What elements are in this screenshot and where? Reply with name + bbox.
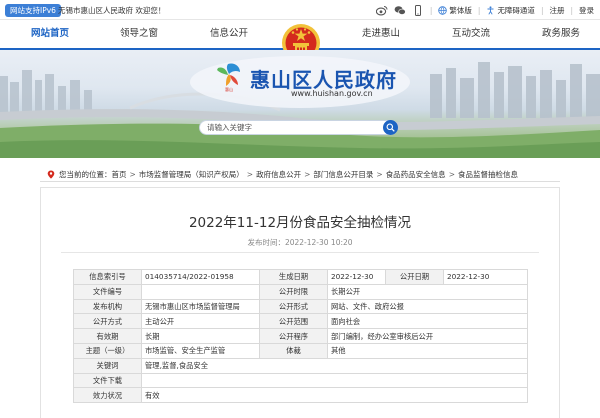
- table-row: 主题（一级） 市场监管、安全生产监管 体裁 其他: [73, 342, 528, 359]
- breadcrumb-item-food-inspection[interactable]: 食品监督抽检信息: [458, 169, 518, 180]
- accessibility-link[interactable]: 无障碍通道: [486, 4, 535, 17]
- table-key: 主题（一级）: [73, 342, 142, 359]
- nav-item-info-disclosure[interactable]: 信息公开: [204, 20, 254, 48]
- table-value: 有效: [141, 387, 528, 404]
- table-key: 公开日期: [385, 269, 444, 285]
- breadcrumb-separator: >: [448, 169, 455, 179]
- breadcrumb-separator: >: [129, 169, 136, 179]
- breadcrumb-item-gov-info[interactable]: 政府信息公开: [256, 169, 301, 180]
- table-value: 2022-12-30: [443, 269, 528, 285]
- search-input[interactable]: [207, 121, 377, 134]
- divider: |: [477, 6, 481, 15]
- divider: |: [429, 6, 433, 15]
- table-value: 长期公开: [327, 283, 528, 300]
- location-pin-icon: [47, 170, 55, 179]
- table-key: 有效期: [73, 328, 142, 344]
- nav-item-home[interactable]: 网站首页: [25, 20, 75, 48]
- login-link[interactable]: 登录: [579, 4, 594, 17]
- table-value: 014035714/2022-01958: [141, 269, 260, 285]
- table-key: 信息索引号: [73, 269, 142, 285]
- table-key: 公开形式: [259, 298, 328, 315]
- table-value: [141, 283, 260, 300]
- table-row: 有效期 长期 公开程序 部门编制，经办公室审核后公开: [73, 328, 528, 344]
- breadcrumb-item-dept-catalog[interactable]: 部门信息公开目录: [313, 169, 373, 180]
- breadcrumb-item-market-regulation[interactable]: 市场监督管理局（知识产权局）: [139, 169, 244, 180]
- welcome-text: 无锡市惠山区人民政府 欢迎您！: [58, 6, 166, 15]
- table-key: 公开时限: [259, 283, 328, 300]
- table-key: 效力状况: [73, 387, 142, 404]
- nav-item-interaction[interactable]: 互动交流: [446, 20, 496, 48]
- article-title: 2022年11-12月份食品安全抽检情况: [188, 215, 412, 231]
- globe-icon: [438, 6, 448, 15]
- main-nav: 网站首页 领导之窗 信息公开 走进惠山 互动交流 政务服务: [0, 20, 600, 68]
- accessibility-icon: [487, 6, 494, 15]
- divider: |: [570, 6, 573, 15]
- breadcrumb-separator: >: [376, 169, 383, 179]
- table-value: 网站、文件、政府公报: [327, 298, 528, 315]
- table-row: 文件编号 公开时限 长期公开: [73, 283, 528, 300]
- table-value: 管理,监督,食品安全: [141, 357, 528, 374]
- info-table: 信息索引号 014035714/2022-01958 生成日期 2022-12-…: [73, 269, 528, 404]
- search-box: [199, 120, 398, 135]
- table-key: 体裁: [259, 342, 328, 359]
- table-value: 2022-12-30: [327, 269, 386, 285]
- breadcrumb-separator: >: [246, 169, 254, 179]
- breadcrumb: 您当前的位置： 首页 > 市场监督管理局（知识产权局） > 政府信息公开 > 部…: [47, 168, 518, 180]
- table-value: 其他: [327, 342, 528, 359]
- nav-item-gov-services[interactable]: 政务服务: [536, 20, 586, 48]
- breadcrumb-divider: [40, 181, 560, 182]
- table-key: 公开方式: [73, 313, 142, 330]
- file-download-cell[interactable]: [141, 372, 528, 389]
- table-key: 生成日期: [259, 269, 328, 285]
- logo-text: 惠山: [225, 86, 233, 92]
- table-key: 文件下载: [73, 372, 142, 389]
- table-value: 面向社会: [327, 313, 528, 330]
- table-value: 部门编制，经办公室审核后公开: [327, 328, 528, 344]
- publish-date: 发布时间：2022-12-30 10:20: [247, 238, 353, 247]
- breadcrumb-separator: >: [304, 169, 311, 179]
- top-bar: 网站支持IPv6 无锡市惠山区人民政府 欢迎您！ | 繁体版 | 无障碍通道 |…: [0, 0, 600, 20]
- title-divider: [61, 252, 539, 253]
- weibo-icon[interactable]: [375, 5, 388, 16]
- mobile-icon[interactable]: [412, 5, 424, 16]
- table-key: 关键词: [73, 357, 142, 374]
- nav-item-leaders[interactable]: 领导之窗: [114, 20, 164, 48]
- nav-item-about-huishan[interactable]: 走进惠山: [356, 20, 406, 48]
- breadcrumb-prefix: 您当前的位置：: [59, 169, 112, 179]
- table-row: 关键词 管理,监督,食品安全: [73, 357, 528, 374]
- search-icon: [386, 123, 395, 132]
- table-key: 文件编号: [73, 283, 142, 300]
- table-row: 公开方式 主动公开 公开范围 面向社会: [73, 313, 528, 330]
- table-row: 信息索引号 014035714/2022-01958 生成日期 2022-12-…: [73, 269, 528, 285]
- ipv6-badge[interactable]: 网站支持IPv6: [5, 4, 61, 17]
- table-value: 市场监管、安全生产监管: [141, 342, 260, 359]
- register-link[interactable]: 注册: [549, 4, 564, 17]
- traditional-link[interactable]: 繁体版: [438, 4, 472, 17]
- search-button[interactable]: [383, 120, 398, 135]
- huishan-logo-icon: 惠山: [217, 63, 240, 92]
- wechat-icon[interactable]: [394, 5, 406, 16]
- table-key: 发布机构: [73, 298, 142, 315]
- table-value: 长期: [141, 328, 260, 344]
- top-right-links: | 繁体版 | 无障碍通道 | 注册 | 登录: [375, 4, 594, 17]
- table-value: 无锡市惠山区市场监督管理局: [141, 298, 260, 315]
- table-row: 发布机构 无锡市惠山区市场监督管理局 公开形式 网站、文件、政府公报: [73, 298, 528, 315]
- site-url: www.huishan.gov.cn: [291, 89, 373, 98]
- breadcrumb-item-food-drug-safety[interactable]: 食品药品安全信息: [386, 169, 446, 180]
- table-key: 公开范围: [259, 313, 328, 330]
- article-panel: 2022年11-12月份食品安全抽检情况 发布时间：2022-12-30 10:…: [40, 187, 560, 418]
- table-key: 公开程序: [259, 328, 328, 344]
- breadcrumb-item-home[interactable]: 首页: [112, 169, 127, 180]
- divider: |: [540, 6, 544, 15]
- table-row: 效力状况 有效: [73, 387, 528, 404]
- table-row: 文件下载: [73, 372, 528, 389]
- table-value: 主动公开: [141, 313, 260, 330]
